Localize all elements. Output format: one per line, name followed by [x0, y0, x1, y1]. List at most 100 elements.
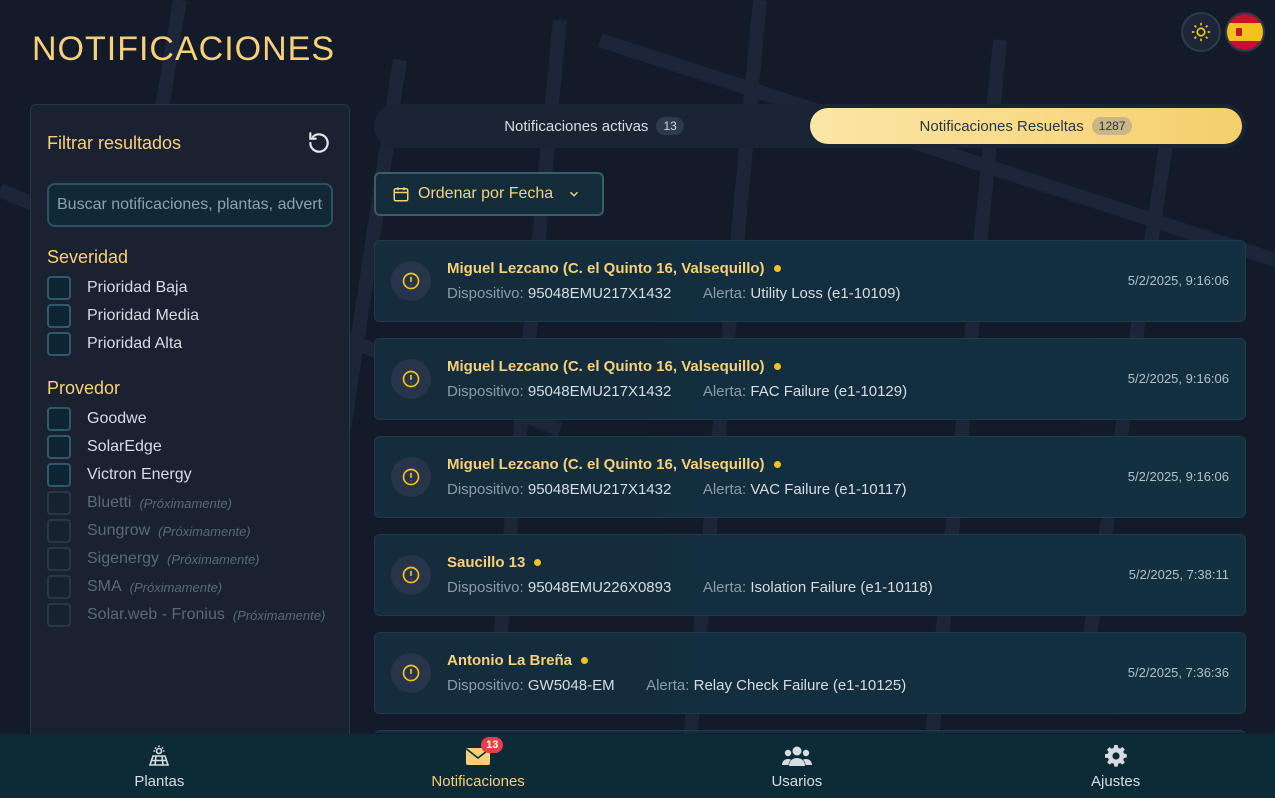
alert-label: Alerta: [646, 677, 690, 694]
filter-checkbox-bluetti: Bluetti (Próximamente) [47, 489, 333, 517]
checkbox[interactable] [47, 407, 71, 431]
filter-checkbox-low[interactable]: Prioridad Baja [47, 274, 333, 302]
solar-plant-icon [147, 743, 171, 769]
envelope-icon: 13 [465, 736, 504, 769]
checkbox-label: Sungrow [87, 522, 151, 539]
filter-checkbox-high[interactable]: Prioridad Alta [47, 330, 333, 358]
tab-resolved-notifications[interactable]: Notificaciones Resueltas 1287 [810, 108, 1242, 144]
alert-value: Relay Check Failure (e1-10125) [693, 677, 907, 694]
warning-icon [391, 555, 431, 595]
checkbox-label: Solar.web - Fronius [87, 606, 225, 623]
coming-soon-label: (Próximamente) [139, 495, 232, 511]
device-label: Dispositivo: [447, 285, 524, 302]
warning-icon [391, 359, 431, 399]
nav-item-notificaciones[interactable]: 13 Notificaciones [319, 734, 638, 798]
nav-item-plantas[interactable]: Plantas [0, 734, 319, 798]
tab-count-badge: 1287 [1091, 117, 1133, 135]
checkbox[interactable] [47, 332, 71, 356]
checkbox [47, 575, 71, 599]
bottom-navigation: Plantas 13 Notificaciones Usarios Ajuste… [0, 734, 1275, 798]
device-label: Dispositivo: [447, 383, 524, 400]
alert-label: Alerta: [702, 383, 747, 400]
notification-timestamp: 5/2/2025, 9:16:06 [1127, 469, 1229, 484]
alert-value: Isolation Failure (e1-10118) [750, 579, 933, 596]
notification-meta: Dispositivo: GW5048-EM Alerta: Relay Che… [447, 677, 1229, 694]
checkbox[interactable] [47, 463, 71, 487]
filter-checkbox-sungrow: Sungrow (Próximamente) [47, 517, 333, 545]
notification-card[interactable]: Miguel Lezcano (C. el Quinto 16, Valsequ… [374, 338, 1246, 420]
notification-card-partial[interactable] [374, 730, 1246, 733]
checkbox [47, 491, 71, 515]
status-dot [773, 461, 781, 468]
checkbox-label: SMA [87, 578, 122, 595]
tab-count-badge: 13 [656, 117, 684, 135]
sort-by-date-button[interactable]: Ordenar por Fecha [374, 172, 604, 216]
notification-timestamp: 5/2/2025, 9:16:06 [1127, 273, 1229, 288]
search-input[interactable] [47, 183, 333, 227]
device-value: GW5048-EM [527, 677, 615, 694]
language-button[interactable] [1227, 14, 1263, 50]
checkbox[interactable] [47, 304, 71, 328]
coming-soon-label: (Próximamente) [129, 579, 223, 595]
alert-label: Alerta: [702, 481, 747, 498]
coming-soon-label: (Próximamente) [232, 607, 326, 623]
checkbox[interactable] [47, 435, 71, 459]
nav-item-ajustes[interactable]: Ajustes [956, 734, 1275, 798]
filter-checkbox-goodwe[interactable]: Goodwe [47, 405, 333, 433]
notification-meta: Dispositivo: 95048EMU217X1432 Alerta: FA… [447, 383, 1229, 400]
notification-title: Miguel Lezcano (C. el Quinto 16, Valsequ… [447, 456, 1229, 473]
filter-title: Filtrar resultados [47, 132, 182, 153]
checkbox [47, 547, 71, 571]
gear-icon [1104, 743, 1128, 769]
plant-name: Miguel Lezcano (C. el Quinto 16, Valsequ… [447, 260, 765, 277]
notification-card[interactable]: Miguel Lezcano (C. el Quinto 16, Valsequ… [374, 436, 1246, 518]
notification-card[interactable]: Antonio La Breña Dispositivo: GW5048-EM … [374, 632, 1246, 714]
status-dot [773, 363, 781, 370]
filter-sidebar: Filtrar resultados Severidad Prioridad B… [30, 104, 350, 744]
sun-icon [1191, 22, 1211, 42]
notification-timestamp: 5/2/2025, 7:36:36 [1127, 665, 1229, 680]
notification-meta: Dispositivo: 95048EMU217X1432 Alerta: Ut… [447, 285, 1229, 302]
alert-value: FAC Failure (e1-10129) [750, 383, 908, 400]
filter-checkbox-medium[interactable]: Prioridad Media [47, 302, 333, 330]
notification-meta: Dispositivo: 95048EMU217X1432 Alerta: VA… [447, 481, 1229, 498]
nav-label: Usarios [771, 772, 823, 790]
filter-checkbox-victron[interactable]: Victron Energy [47, 461, 333, 489]
notification-title: Antonio La Breña [447, 652, 1229, 669]
provider-title: Provedor [47, 378, 121, 398]
plant-name: Saucillo 13 [447, 554, 526, 571]
filter-checkbox-fronius: Solar.web - Fronius (Próximamente) [47, 601, 333, 629]
notification-card[interactable]: Miguel Lezcano (C. el Quinto 16, Valsequ… [374, 240, 1246, 322]
page-title: NOTIFICACIONES [32, 30, 336, 68]
filter-checkbox-solaredge[interactable]: SolarEdge [47, 433, 333, 461]
device-label: Dispositivo: [447, 481, 524, 498]
nav-label: Notificaciones [431, 772, 525, 790]
reset-filters-button[interactable] [305, 129, 333, 157]
notification-title: Miguel Lezcano (C. el Quinto 16, Valsequ… [447, 260, 1229, 277]
filter-checkbox-sigenergy: Sigenergy (Próximamente) [47, 545, 333, 573]
chevron-down-icon [570, 191, 579, 197]
top-controls [1183, 14, 1263, 50]
checkbox-label: Goodwe [87, 410, 147, 427]
warning-icon [391, 457, 431, 497]
device-value: 95048EMU226X0893 [527, 579, 672, 596]
tab-active-notifications[interactable]: Notificaciones activas 13 [378, 108, 810, 144]
device-label: Dispositivo: [447, 677, 524, 694]
checkbox-label: Victron Energy [87, 466, 192, 483]
notification-count-badge: 13 [481, 736, 504, 753]
filter-header: Filtrar resultados [47, 129, 333, 157]
notification-card[interactable]: Saucillo 13 Dispositivo: 95048EMU226X089… [374, 534, 1246, 616]
status-dot [534, 559, 542, 566]
checkbox[interactable] [47, 276, 71, 300]
calendar-icon [393, 187, 409, 202]
device-label: Dispositivo: [447, 579, 524, 596]
checkbox [47, 519, 71, 543]
plant-name: Miguel Lezcano (C. el Quinto 16, Valsequ… [447, 358, 765, 375]
device-value: 95048EMU217X1432 [527, 285, 672, 302]
nav-item-usarios[interactable]: Usarios [638, 734, 957, 798]
coming-soon-label: (Próximamente) [158, 523, 251, 539]
theme-toggle-button[interactable] [1183, 14, 1219, 50]
checkbox-label: Bluetti [87, 494, 132, 511]
notification-timestamp: 5/2/2025, 7:38:11 [1128, 567, 1229, 582]
coming-soon-label: (Próximamente) [167, 551, 260, 567]
